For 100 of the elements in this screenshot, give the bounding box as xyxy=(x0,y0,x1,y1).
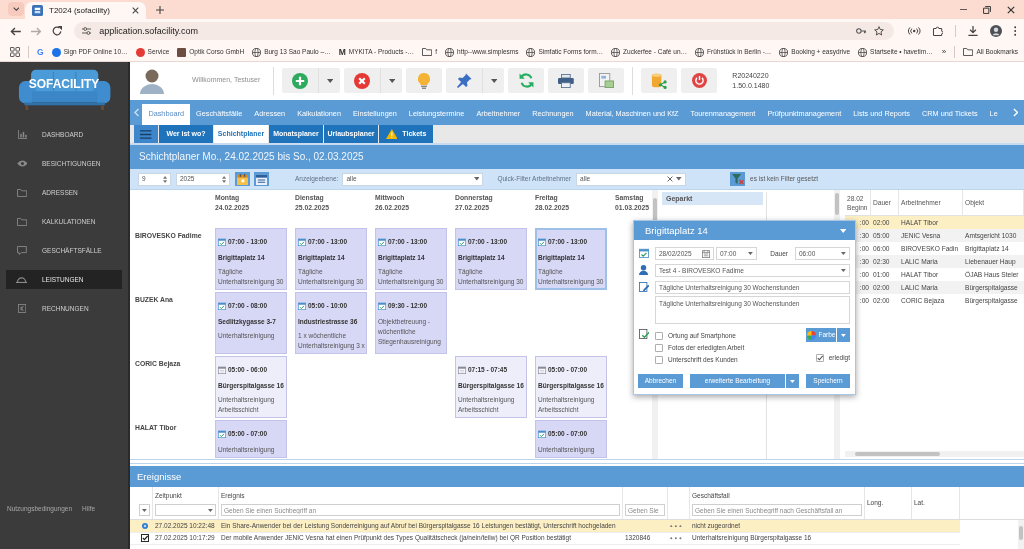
delete-button[interactable] xyxy=(344,68,381,93)
globe-icon xyxy=(445,47,454,57)
calendar-button[interactable] xyxy=(254,172,269,186)
logo-text: SOFACILITY xyxy=(27,77,101,91)
tab-list-button[interactable] xyxy=(8,2,24,16)
scrollbar-thumb[interactable] xyxy=(1019,526,1023,540)
database-share-icon xyxy=(651,72,668,89)
address-bar[interactable]: application.sofacility.com xyxy=(73,22,895,40)
pin-button[interactable] xyxy=(446,68,483,93)
globe-icon xyxy=(858,47,868,57)
clear-icon[interactable] xyxy=(667,176,674,182)
scrollbar-thumb[interactable] xyxy=(855,452,940,456)
caret-icon xyxy=(473,177,480,181)
dropdown-button[interactable] xyxy=(380,68,403,93)
browser-tab[interactable]: T2024 (sofacility) xyxy=(25,2,146,19)
dropdown-button[interactable] xyxy=(482,68,505,93)
caret-icon xyxy=(841,252,846,255)
chevron-right-icon[interactable] xyxy=(1012,108,1018,117)
euro-document-icon xyxy=(17,304,27,313)
dialog-title: Brigittaplatz 14 xyxy=(645,224,708,237)
more-icon[interactable] xyxy=(1013,26,1016,36)
power-icon xyxy=(691,73,707,88)
restore-icon[interactable] xyxy=(983,5,991,14)
speech-bubble-icon xyxy=(17,246,27,255)
person-icon xyxy=(639,265,649,275)
filter-select[interactable] xyxy=(139,504,150,516)
add-button[interactable] xyxy=(282,68,319,93)
scrollbar-thumb[interactable] xyxy=(835,193,839,215)
dropdown-button[interactable] xyxy=(318,68,341,93)
document-image-icon xyxy=(598,73,614,88)
dropdown-button[interactable] xyxy=(786,374,799,388)
download-icon[interactable] xyxy=(967,26,978,36)
puzzle-icon[interactable] xyxy=(932,26,943,36)
pushpin-icon xyxy=(456,73,472,88)
refresh-button[interactable] xyxy=(508,68,545,93)
scrollbar[interactable] xyxy=(845,451,1024,457)
close-icon[interactable] xyxy=(1007,5,1015,14)
refresh-icon xyxy=(518,73,534,88)
site-settings-icon[interactable] xyxy=(81,27,92,35)
globe-icon xyxy=(779,47,789,57)
calendar-check-icon xyxy=(639,248,649,258)
print-button[interactable] xyxy=(548,68,585,93)
caret-icon[interactable] xyxy=(839,228,846,233)
caret-icon xyxy=(841,333,846,337)
more-icon[interactable] xyxy=(670,524,682,527)
printer-icon xyxy=(558,73,575,88)
bar-chart-icon xyxy=(17,130,27,139)
checkbox[interactable] xyxy=(655,332,663,340)
scrollbar[interactable] xyxy=(1018,520,1024,549)
caret-icon xyxy=(326,78,334,83)
globe-icon xyxy=(695,47,705,57)
back-icon[interactable] xyxy=(10,26,21,36)
caret-icon xyxy=(841,269,846,272)
key-icon[interactable] xyxy=(855,28,867,34)
checkbox[interactable] xyxy=(655,344,663,352)
info-dot-icon xyxy=(142,522,148,529)
folder-icon xyxy=(16,217,28,226)
more-bookmarks-button[interactable]: » xyxy=(941,47,947,57)
planner-title: Schichtplaner Mo., 24.02.2025 bis So., 02.03.2025 xyxy=(130,145,1024,169)
eye-icon xyxy=(16,160,28,167)
plus-circle-icon xyxy=(292,72,309,89)
calendar-icon xyxy=(256,173,267,185)
calendar-button[interactable] xyxy=(235,172,250,186)
new-tab-icon[interactable] xyxy=(156,6,164,14)
star-icon[interactable] xyxy=(874,26,885,36)
caret-icon xyxy=(388,78,396,83)
spinner-arrows-icon[interactable] xyxy=(162,175,167,183)
share-button[interactable] xyxy=(641,68,678,93)
spinner-arrows-icon[interactable] xyxy=(221,175,226,183)
caret-icon xyxy=(748,252,753,255)
calendar-icon[interactable] xyxy=(702,249,710,258)
power-button[interactable] xyxy=(681,68,718,93)
checkbox[interactable] xyxy=(655,356,663,364)
dropdown-button[interactable] xyxy=(837,328,850,342)
globe-icon xyxy=(526,47,536,57)
color-wheel-icon xyxy=(806,330,816,340)
caret-icon xyxy=(208,508,213,512)
menu-button[interactable] xyxy=(134,125,158,143)
checklist-icon xyxy=(638,329,650,339)
edit-document-icon xyxy=(638,282,650,292)
close-icon[interactable] xyxy=(132,7,139,14)
minimize-icon[interactable] xyxy=(959,8,967,11)
broadcast-icon[interactable] xyxy=(908,27,921,35)
dome-icon xyxy=(16,276,28,283)
checkbox[interactable] xyxy=(815,354,824,362)
calendar-icon xyxy=(237,173,248,185)
events-header: Ereignisse xyxy=(130,466,1024,487)
chevron-down-icon xyxy=(12,7,20,11)
checked-box-icon xyxy=(141,534,149,543)
globe-icon xyxy=(252,47,262,57)
folder-icon xyxy=(422,48,433,56)
filter-button[interactable] xyxy=(730,172,746,186)
cross-circle-icon xyxy=(354,72,371,89)
apps-grid-icon[interactable] xyxy=(10,47,20,57)
more-icon[interactable] xyxy=(670,537,682,540)
profile-icon[interactable] xyxy=(989,25,1002,37)
reload-icon[interactable] xyxy=(51,26,62,36)
caret-icon xyxy=(142,508,147,512)
folder-icon xyxy=(963,48,974,56)
caret-icon xyxy=(790,379,795,383)
